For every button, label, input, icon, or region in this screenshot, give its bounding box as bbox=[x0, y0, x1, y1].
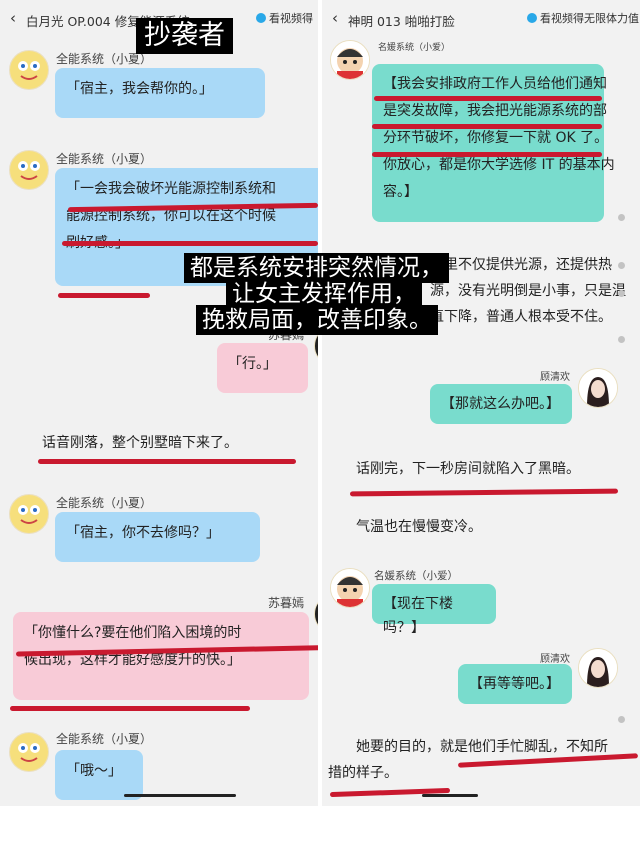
avatar-system-xiaoai[interactable] bbox=[330, 40, 370, 80]
avatar-guqinghuan[interactable] bbox=[578, 368, 618, 408]
message-text: 「宿主，你不去修吗？」 bbox=[66, 525, 220, 541]
right-header: ‹ 神明 013 啪啪打脸 看视频得无限体力值 bbox=[322, 0, 640, 38]
message-bubble: 【那就这么办吧。】 bbox=[430, 384, 572, 424]
message-bubble: 「宿主，我会帮你的。」 bbox=[55, 68, 265, 118]
sender-name: 全能系统（小夏） bbox=[56, 732, 153, 746]
scroll-dot bbox=[618, 262, 625, 269]
avatar-sumuyan[interactable] bbox=[314, 594, 318, 634]
sender-name: 名媛系统（小爱） bbox=[374, 570, 458, 582]
sender-name: 苏暮嫣 bbox=[268, 596, 305, 610]
message-bubble: 【我会安排政府工作人员给他们通知 是突发故障，我会把光能源系统的部 分环节破坏，… bbox=[372, 64, 615, 222]
chapter-title: 神明 013 啪啪打脸 bbox=[348, 14, 455, 29]
red-underline bbox=[372, 124, 602, 129]
scroll-dot bbox=[618, 290, 625, 297]
scroll-dot bbox=[618, 716, 625, 723]
message-text: 【现在下楼吗？】 bbox=[383, 596, 453, 636]
sender-name: 顾清欢 bbox=[540, 372, 570, 383]
sender-name: 全能系统（小夏） bbox=[56, 496, 153, 510]
back-icon[interactable]: ‹ bbox=[332, 9, 338, 27]
avatar-system-xiaoai[interactable] bbox=[330, 568, 370, 608]
message-text-line: 容。】 bbox=[383, 184, 418, 200]
message-bubble: 「行。」 bbox=[217, 343, 308, 393]
message-text: 【那就这么办吧。】 bbox=[441, 396, 560, 412]
left-chat-panel: ‹ 白月光 OP.004 修复能源系统 看视频得 全能系统（小夏） 「宿主，我会… bbox=[0, 0, 318, 806]
avatar-system-xiaoxia[interactable] bbox=[9, 150, 49, 190]
message-bubble: 「宿主，你不去修吗？」 bbox=[55, 512, 260, 562]
avatar-system-xiaoxia[interactable] bbox=[9, 494, 49, 534]
sender-name: 顾清欢 bbox=[540, 654, 570, 665]
narration-text: 话刚完，下一秒房间就陷入了黑暗。 bbox=[356, 461, 580, 477]
message-text: 「宿主，我会帮你的。」 bbox=[66, 81, 213, 97]
avatar-guqinghuan[interactable] bbox=[578, 648, 618, 688]
red-underline bbox=[58, 293, 150, 298]
watch-video-button[interactable]: 看视频得无限体力值 bbox=[527, 10, 639, 26]
red-underline bbox=[372, 152, 602, 157]
sender-name: 全能系统（小夏） bbox=[56, 152, 153, 166]
watch-video-button[interactable]: 看视频得 bbox=[256, 10, 313, 26]
back-icon[interactable]: ‹ bbox=[10, 9, 16, 27]
message-text: 【再等等吧。】 bbox=[469, 676, 560, 692]
red-underline bbox=[10, 706, 250, 711]
narration-text: 气温也在慢慢变冷。 bbox=[356, 519, 482, 535]
overlay-title: 抄袭者 bbox=[136, 18, 233, 54]
overlay-caption-line: 挽救局面，改善印象。 bbox=[196, 305, 438, 335]
message-text-line: 「你懂什么?要在他们陷入困境的时 bbox=[24, 625, 242, 641]
narration-text: 话音刚落，整个别墅暗下来了。 bbox=[42, 435, 238, 451]
message-text-line: 是突发故障，我会把光能源系统的部 bbox=[383, 103, 607, 119]
message-text-line: 【我会安排政府工作人员给他们通知 bbox=[383, 76, 607, 92]
message-text: 「行。」 bbox=[228, 356, 277, 372]
red-underline bbox=[38, 459, 296, 464]
scroll-dot bbox=[618, 214, 625, 221]
message-text: 「哦～」 bbox=[66, 763, 122, 779]
message-text-line: 分环节破坏，你修复一下就 OK 了。 bbox=[383, 130, 609, 146]
scroll-dot bbox=[618, 336, 625, 343]
message-bubble: 【再等等吧。】 bbox=[458, 664, 572, 704]
message-text-line: 「一会我会破坏光能源控制系统和 bbox=[66, 181, 276, 197]
message-bubble: 「哦～」 bbox=[55, 750, 143, 800]
red-underline bbox=[349, 488, 619, 497]
sender-name: 名媛系统（小爱） bbox=[378, 43, 451, 53]
right-chat-panel: ‹ 神明 013 啪啪打脸 看视频得无限体力值 名媛系统（小爱） 【我会安排政府… bbox=[322, 0, 640, 806]
red-underline bbox=[374, 96, 602, 101]
home-indicator bbox=[124, 794, 236, 797]
play-icon bbox=[256, 13, 266, 23]
red-underline bbox=[62, 241, 318, 246]
avatar-system-xiaoxia[interactable] bbox=[9, 50, 49, 90]
message-bubble: 【现在下楼吗？】 bbox=[372, 584, 496, 636]
message-bubble: 「你懂什么?要在他们陷入困境的时 候出现，这样才能好感度升的快。」 bbox=[13, 612, 309, 700]
home-indicator bbox=[422, 794, 478, 797]
play-icon bbox=[527, 13, 537, 23]
avatar-system-xiaoxia[interactable] bbox=[9, 732, 49, 772]
